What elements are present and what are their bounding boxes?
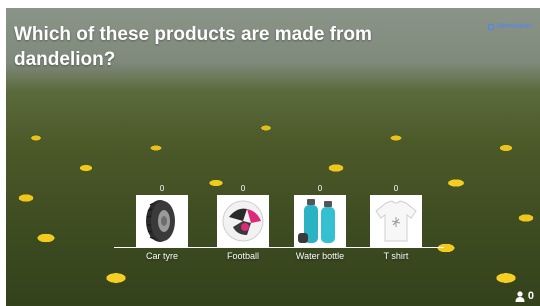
participant-count: 0 (527, 290, 534, 302)
vote-count: 0 (159, 184, 165, 193)
presentation-slide: Which of these products are made from da… (6, 8, 540, 306)
vote-count: 0 (240, 184, 246, 193)
person-icon (515, 290, 525, 302)
results-chart: 0 Car tyre 0 Football 0 Water bottle 0 T… (114, 184, 444, 284)
option-water-bottle: 0 Water bottle (292, 184, 348, 261)
question-title: Which of these products are made from da… (14, 24, 372, 70)
option-t-shirt: 0 T shirt (368, 184, 424, 261)
option-football: 0 Football (215, 184, 271, 261)
option-label: Football (226, 251, 260, 261)
mentimeter-logo-icon (487, 23, 494, 30)
mentimeter-brand: Mentimeter (487, 23, 532, 30)
participant-counter: 0 (515, 290, 534, 302)
brand-name: Mentimeter (496, 23, 532, 30)
option-label: Water bottle (295, 251, 345, 261)
t-shirt-image (370, 195, 422, 247)
car-tyre-image (136, 195, 188, 247)
option-label: T shirt (383, 251, 409, 261)
option-label: Car tyre (145, 251, 178, 261)
option-car-tyre: 0 Car tyre (134, 184, 190, 261)
water-bottle-image (294, 195, 346, 247)
football-image (217, 195, 269, 247)
vote-count: 0 (393, 184, 399, 193)
vote-count: 0 (317, 184, 323, 193)
